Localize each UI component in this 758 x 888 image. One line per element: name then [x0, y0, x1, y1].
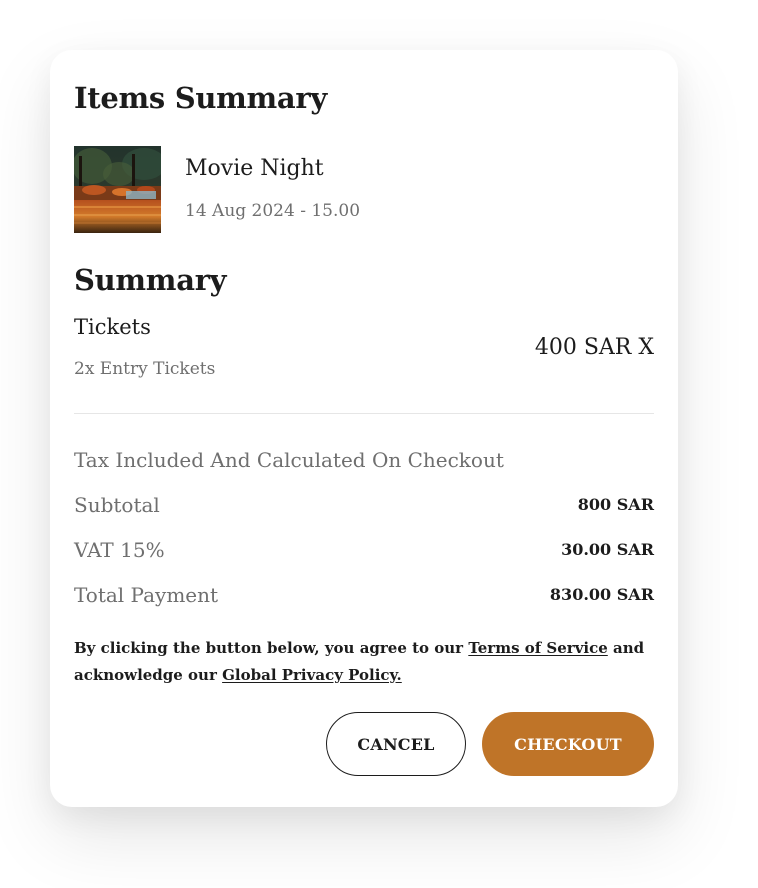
- total-payment-label: Total Payment: [74, 583, 219, 607]
- subtotal-value: 800 SAR: [577, 495, 654, 514]
- items-summary-title: Items Summary: [74, 81, 327, 115]
- vat-label: VAT 15%: [74, 538, 165, 562]
- total-payment-value: 830.00 SAR: [549, 585, 654, 604]
- summary-title: Summary: [74, 263, 227, 297]
- tickets-price: 400 SAR X: [534, 335, 654, 360]
- event-date: 14 Aug 2024 - 15.00: [185, 201, 361, 221]
- subtotal-label: Subtotal: [74, 493, 160, 517]
- legal-notice: By clicking the button below, you agree …: [74, 635, 654, 689]
- order-summary-card: Items Summary Movie Night 14 Aug 2024 - …: [50, 50, 678, 807]
- legal-prefix: By clicking the button below, you agree …: [74, 639, 464, 657]
- global-privacy-policy-link[interactable]: Global Privacy Policy.: [222, 666, 402, 684]
- divider: [74, 413, 654, 414]
- vat-value: 30.00 SAR: [561, 540, 654, 559]
- event-thumbnail-image: [74, 146, 161, 233]
- cancel-button[interactable]: CANCEL: [326, 712, 466, 776]
- tax-note: Tax Included And Calculated On Checkout: [74, 448, 504, 472]
- tickets-label: Tickets: [74, 315, 151, 339]
- terms-of-service-link[interactable]: Terms of Service: [468, 639, 607, 657]
- event-name: Movie Night: [185, 156, 324, 181]
- checkout-button[interactable]: CHECKOUT: [482, 712, 654, 776]
- tickets-description: 2x Entry Tickets: [74, 359, 216, 379]
